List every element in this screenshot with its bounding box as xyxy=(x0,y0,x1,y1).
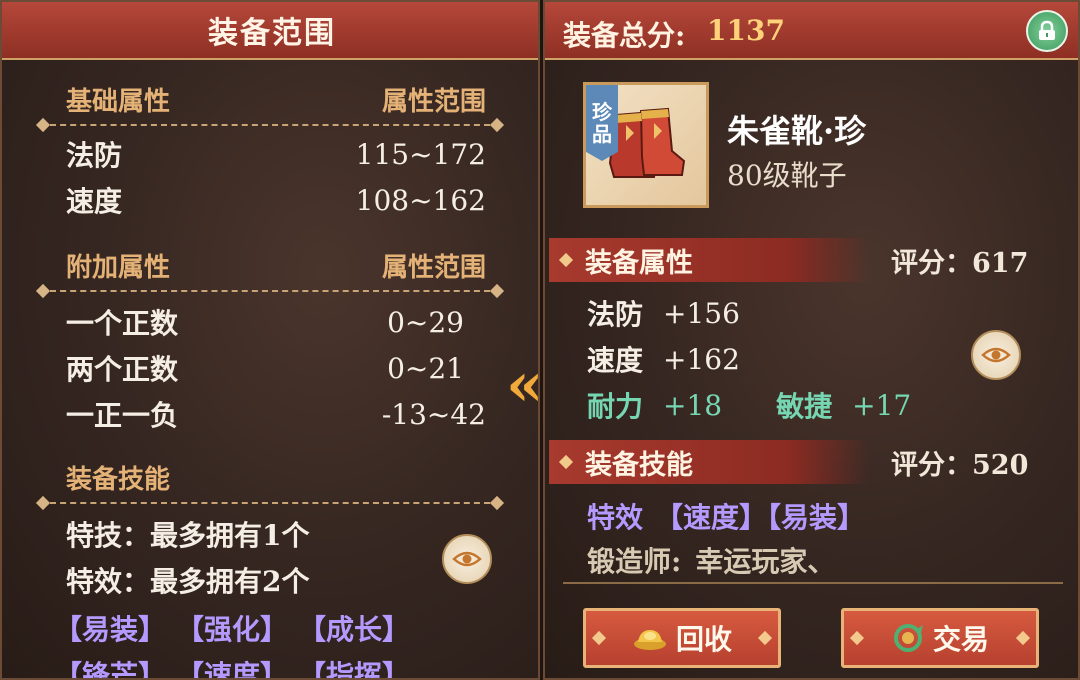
attribute-row: 速度 +162 xyxy=(587,338,740,380)
forger-name: 幸运玩家、 xyxy=(695,545,836,578)
skill-tag[interactable]: 【速度】 xyxy=(176,654,288,678)
extra-attributes-label: 附加属性 xyxy=(66,252,171,283)
extra-attr-row: 两个正数 0~21 xyxy=(66,348,486,388)
bonus-attribute-value: +18 xyxy=(663,388,723,422)
base-attr-row: 法防 115~172 xyxy=(66,134,486,174)
item-name: 朱雀靴·珍 xyxy=(727,112,867,150)
skills-score: 评分：520 xyxy=(891,449,1029,481)
total-score-value: 1137 xyxy=(707,14,785,47)
trade-button[interactable]: 交易 xyxy=(841,608,1039,668)
skill-tag[interactable]: 【指挥】 xyxy=(298,654,410,678)
equipment-detail-panel: 装备总分: 1137 珍 品 朱雀靴·珍 80级靴子 装备属性 评分：617 法… xyxy=(543,0,1080,680)
eye-icon xyxy=(452,551,482,567)
item-type: 80级靴子 xyxy=(727,159,847,192)
section-divider xyxy=(35,495,505,511)
skill-tag[interactable]: 【成长】 xyxy=(298,608,410,648)
equipment-attributes-ribbon: 装备属性 xyxy=(549,238,869,282)
extra-attributes-header: 附加属性 属性范围 xyxy=(66,248,486,283)
rarity-badge: 珍 品 xyxy=(586,85,618,161)
bonus-attribute-value: +17 xyxy=(852,388,912,422)
extra-attr-row: 一个正数 0~29 xyxy=(66,302,486,342)
extra-attr-range: -13~42 xyxy=(381,397,486,431)
equipment-range-panel: 装备范围 基础属性 属性范围 法防 115~172 速度 108~162 附加属… xyxy=(0,0,540,680)
extra-attr-name: 一正一负 xyxy=(66,399,179,432)
attribute-detail-eye-button[interactable] xyxy=(971,330,1021,380)
range-panel-header: 装备范围 xyxy=(2,2,538,60)
attribute-range-label: 属性范围 xyxy=(381,86,486,117)
equipment-attributes-title: 装备属性 xyxy=(585,247,693,279)
recycle-button[interactable]: 回收 xyxy=(583,608,781,668)
attribute-row: 法防 +156 xyxy=(587,292,740,334)
footer-divider xyxy=(563,582,1063,584)
extra-attr-row: 一正一负 -13~42 xyxy=(66,394,486,434)
forger-label: 锻造师: xyxy=(587,545,682,578)
range-panel-title: 装备范围 xyxy=(208,16,336,51)
extra-attr-name: 两个正数 xyxy=(66,353,179,386)
attribute-name: 法防 xyxy=(587,298,644,331)
rarity-char: 珍 xyxy=(592,100,612,124)
skill-tag[interactable]: 【锋芒】 xyxy=(54,654,166,678)
base-attr-range: 108~162 xyxy=(355,183,486,217)
effect-limit-line: 特效：最多拥有2个 xyxy=(66,565,310,598)
attribute-value: +156 xyxy=(663,296,740,330)
forger-line: 锻造师: 幸运玩家、 xyxy=(587,540,835,580)
extra-attr-name: 一个正数 xyxy=(66,307,179,340)
base-attr-row: 速度 108~162 xyxy=(66,180,486,220)
attribute-name: 速度 xyxy=(587,344,644,377)
prev-arrow-icon[interactable]: « xyxy=(506,355,544,415)
skill-tag[interactable]: 【易装】 xyxy=(54,608,166,648)
dragon-trade-icon xyxy=(893,624,923,652)
rarity-char: 品 xyxy=(592,122,612,146)
effects-line: 特效 【速度】【易装】 xyxy=(587,496,865,536)
section-divider xyxy=(35,283,505,299)
section-divider xyxy=(35,117,505,133)
attribute-value: +162 xyxy=(663,342,740,376)
equipment-skills-ribbon: 装备技能 xyxy=(549,440,869,484)
total-score-label: 装备总分: xyxy=(563,19,686,52)
bonus-attribute-name: 耐力 xyxy=(587,390,644,423)
eye-icon xyxy=(981,347,1011,363)
base-attributes-label: 基础属性 xyxy=(66,86,171,117)
lock-icon xyxy=(1039,20,1055,40)
skill-tags-row: 【易装】 【强化】 【成长】 xyxy=(54,608,410,648)
effects-list: 【速度】【易装】 xyxy=(655,501,866,534)
skill-tags-row: 【锋芒】 【速度】 【指挥】 xyxy=(54,654,410,678)
bonus-attribute-row: 耐力 +18 敏捷 +17 xyxy=(587,384,911,426)
item-icon-frame[interactable]: 珍 品 xyxy=(583,82,709,208)
base-attr-name: 速度 xyxy=(66,185,123,218)
base-attributes-header: 基础属性 属性范围 xyxy=(66,82,486,117)
gold-ingot-icon xyxy=(633,630,666,650)
trade-button-label: 交易 xyxy=(932,623,989,656)
lock-button[interactable] xyxy=(1026,10,1068,52)
recycle-button-label: 回收 xyxy=(675,623,732,656)
preview-eye-button[interactable] xyxy=(442,534,492,584)
skill-tag[interactable]: 【强化】 xyxy=(176,608,288,648)
base-attr-range: 115~172 xyxy=(355,137,486,171)
equipment-skills-title: 装备技能 xyxy=(585,449,693,481)
bonus-attribute-name: 敏捷 xyxy=(776,390,833,423)
effects-label: 特效 xyxy=(587,501,644,534)
extra-attr-range: 0~29 xyxy=(387,305,464,339)
skill-limit-line: 特技：最多拥有1个 xyxy=(66,519,310,552)
base-attr-name: 法防 xyxy=(66,139,123,172)
attributes-score: 评分：617 xyxy=(891,247,1029,279)
equipment-skills-header: 装备技能 xyxy=(66,460,486,495)
extra-attr-range: 0~21 xyxy=(387,351,464,385)
detail-panel-header: 装备总分: 1137 xyxy=(545,2,1078,60)
equipment-skills-label: 装备技能 xyxy=(66,464,171,495)
attribute-range-label: 属性范围 xyxy=(381,252,486,283)
